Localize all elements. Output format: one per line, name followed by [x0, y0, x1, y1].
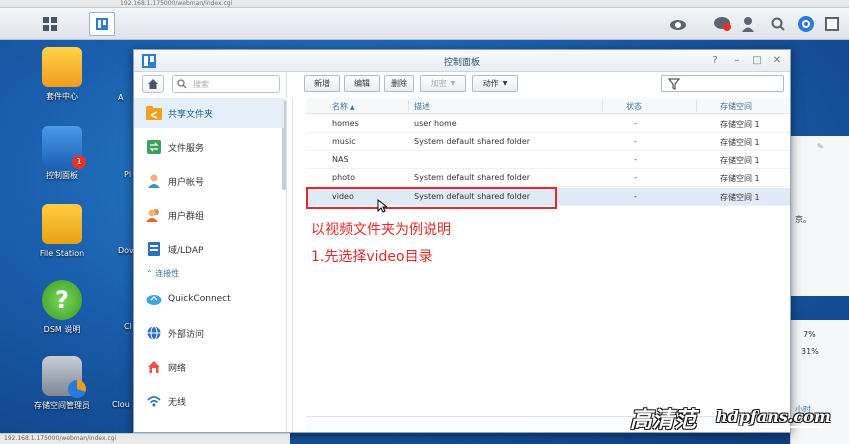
column-header-volume[interactable]: 存储空间: [720, 101, 752, 112]
desktop-icon-control-panel[interactable]: 1 控制面板: [32, 126, 92, 181]
table-row[interactable]: NAS - 存储空间 1: [306, 151, 790, 169]
folder-icon: [42, 204, 82, 244]
cloud-sync-icon[interactable]: [668, 14, 688, 34]
sidebar: 搜索 共享文件夹 文件服务 用户帐号 用户群组 域/LDAP ⌃ 连接性 Qui…: [134, 72, 287, 432]
browser-url[interactable]: 192.168.1.175000/webman/index.cgi: [120, 0, 232, 7]
help-button[interactable]: ?: [708, 54, 722, 68]
table-row[interactable]: music System default shared folder - 存储空…: [306, 133, 790, 151]
caret-down-icon: ▼: [502, 80, 508, 87]
window-title: 控制面板: [443, 58, 480, 68]
browser-bar: 192.168.1.175000/webman/index.cgi: [0, 0, 849, 8]
file-services-icon: [146, 139, 162, 155]
column-header-status[interactable]: 状态: [626, 101, 642, 112]
delete-button[interactable]: 删除: [384, 75, 414, 92]
search-icon[interactable]: [768, 14, 788, 34]
domain-icon: [146, 241, 162, 257]
window-titlebar[interactable]: 控制面板 ? – □ ✕: [134, 50, 790, 72]
grid-divider: [292, 98, 293, 432]
search-icon: [177, 79, 187, 89]
wireless-icon: [146, 393, 162, 409]
create-button[interactable]: 新增: [304, 75, 340, 92]
system-health-widget: ✎ 京。: [790, 136, 849, 296]
control-panel-window: 控制面板 ? – □ ✕ 搜索 共享文件夹 文件服务 用户帐号 用户群组 域/L…: [133, 49, 791, 433]
mouse-cursor-icon: [377, 199, 387, 213]
home-icon: [148, 79, 158, 89]
browser-status-bar: 192.168.1.175000/webman/index.cgi: [0, 433, 290, 444]
sidebar-item-external-access[interactable]: 外部访问: [134, 318, 284, 348]
shared-folder-icon: [146, 105, 162, 121]
package-center-icon: [42, 47, 82, 87]
desktop-icon-package-center[interactable]: 套件中心: [32, 47, 92, 102]
maximize-button[interactable]: □: [750, 54, 764, 68]
dsm-taskbar: [0, 8, 849, 40]
pilot-view-icon[interactable]: [822, 14, 842, 34]
notification-badge: 1: [72, 155, 86, 169]
annotation-highlight-box: [306, 187, 557, 209]
desktop-partial-label: Clou: [112, 400, 130, 409]
sidebar-item-quickconnect[interactable]: QuickConnect: [134, 284, 284, 314]
column-header-name[interactable]: 名称 ▲: [332, 101, 355, 112]
control-panel-icon: 1: [42, 126, 86, 169]
minimize-button[interactable]: –: [730, 54, 744, 68]
desktop-icon-storage-manager[interactable]: 存储空间管理员: [32, 356, 92, 411]
annotation-line-1: 以视频文件夹为例说明: [311, 222, 451, 238]
sidebar-item-shared-folder[interactable]: 共享文件夹: [134, 98, 284, 128]
sidebar-item-user[interactable]: 用户帐号: [134, 166, 284, 196]
grid-header: 名称 ▲ 描述 状态 存储空间: [306, 98, 790, 114]
pin-icon[interactable]: ✎: [817, 142, 824, 151]
encrypt-dropdown[interactable]: 加密 ▼: [420, 75, 466, 92]
user-menu-icon[interactable]: [738, 14, 758, 34]
taskbar-control-panel-button[interactable]: [89, 12, 115, 36]
home-button[interactable]: [142, 75, 164, 93]
user-icon: [146, 173, 162, 189]
close-button[interactable]: ✕: [770, 54, 784, 68]
action-dropdown[interactable]: 动作 ▼: [472, 75, 518, 92]
desktop-partial-label: A: [118, 93, 124, 102]
storage-manager-icon: [42, 356, 86, 398]
external-access-icon: [146, 325, 162, 341]
desktop-icon-dsm-help[interactable]: ? DSM 说明: [32, 280, 92, 335]
chevron-up-icon: ⌃: [146, 269, 153, 278]
sidebar-item-file-services[interactable]: 文件服务: [134, 132, 284, 162]
table-row[interactable]: homes user home - 存储空间 1: [306, 115, 790, 133]
sidebar-item-domain-ldap[interactable]: 域/LDAP: [134, 234, 284, 264]
sidebar-item-group[interactable]: 用户群组: [134, 200, 284, 230]
desktop-partial-label: Dov: [118, 246, 134, 255]
edit-button[interactable]: 编辑: [344, 75, 380, 92]
filter-input[interactable]: [661, 75, 784, 92]
annotation-line-2: 1.先选择video目录: [311, 249, 433, 265]
sort-asc-icon: ▲: [350, 104, 355, 111]
desktop-icon-file-station[interactable]: File Station: [32, 204, 92, 259]
table-row[interactable]: photo System default shared folder - 存储空…: [306, 169, 790, 187]
control-panel-icon: [96, 18, 108, 30]
sidebar-section-connectivity[interactable]: ⌃ 连接性: [146, 268, 179, 279]
quickconnect-icon: [146, 291, 162, 307]
caret-down-icon: ▼: [450, 80, 456, 87]
help-icon: ?: [42, 280, 82, 320]
column-header-description[interactable]: 描述: [414, 101, 430, 112]
main-menu-button[interactable]: [37, 12, 63, 36]
grid-icon: [43, 17, 57, 31]
network-icon: [146, 359, 162, 375]
sidebar-item-network[interactable]: 网络: [134, 352, 284, 382]
watermark: 高清范 hdpfans.com: [630, 407, 831, 433]
group-icon: [146, 207, 162, 223]
widgets-icon[interactable]: [796, 14, 816, 34]
notifications-icon[interactable]: [712, 14, 732, 34]
sidebar-item-wireless[interactable]: 无线: [134, 386, 284, 416]
filter-icon: [668, 78, 680, 90]
search-input[interactable]: 搜索: [172, 75, 280, 93]
